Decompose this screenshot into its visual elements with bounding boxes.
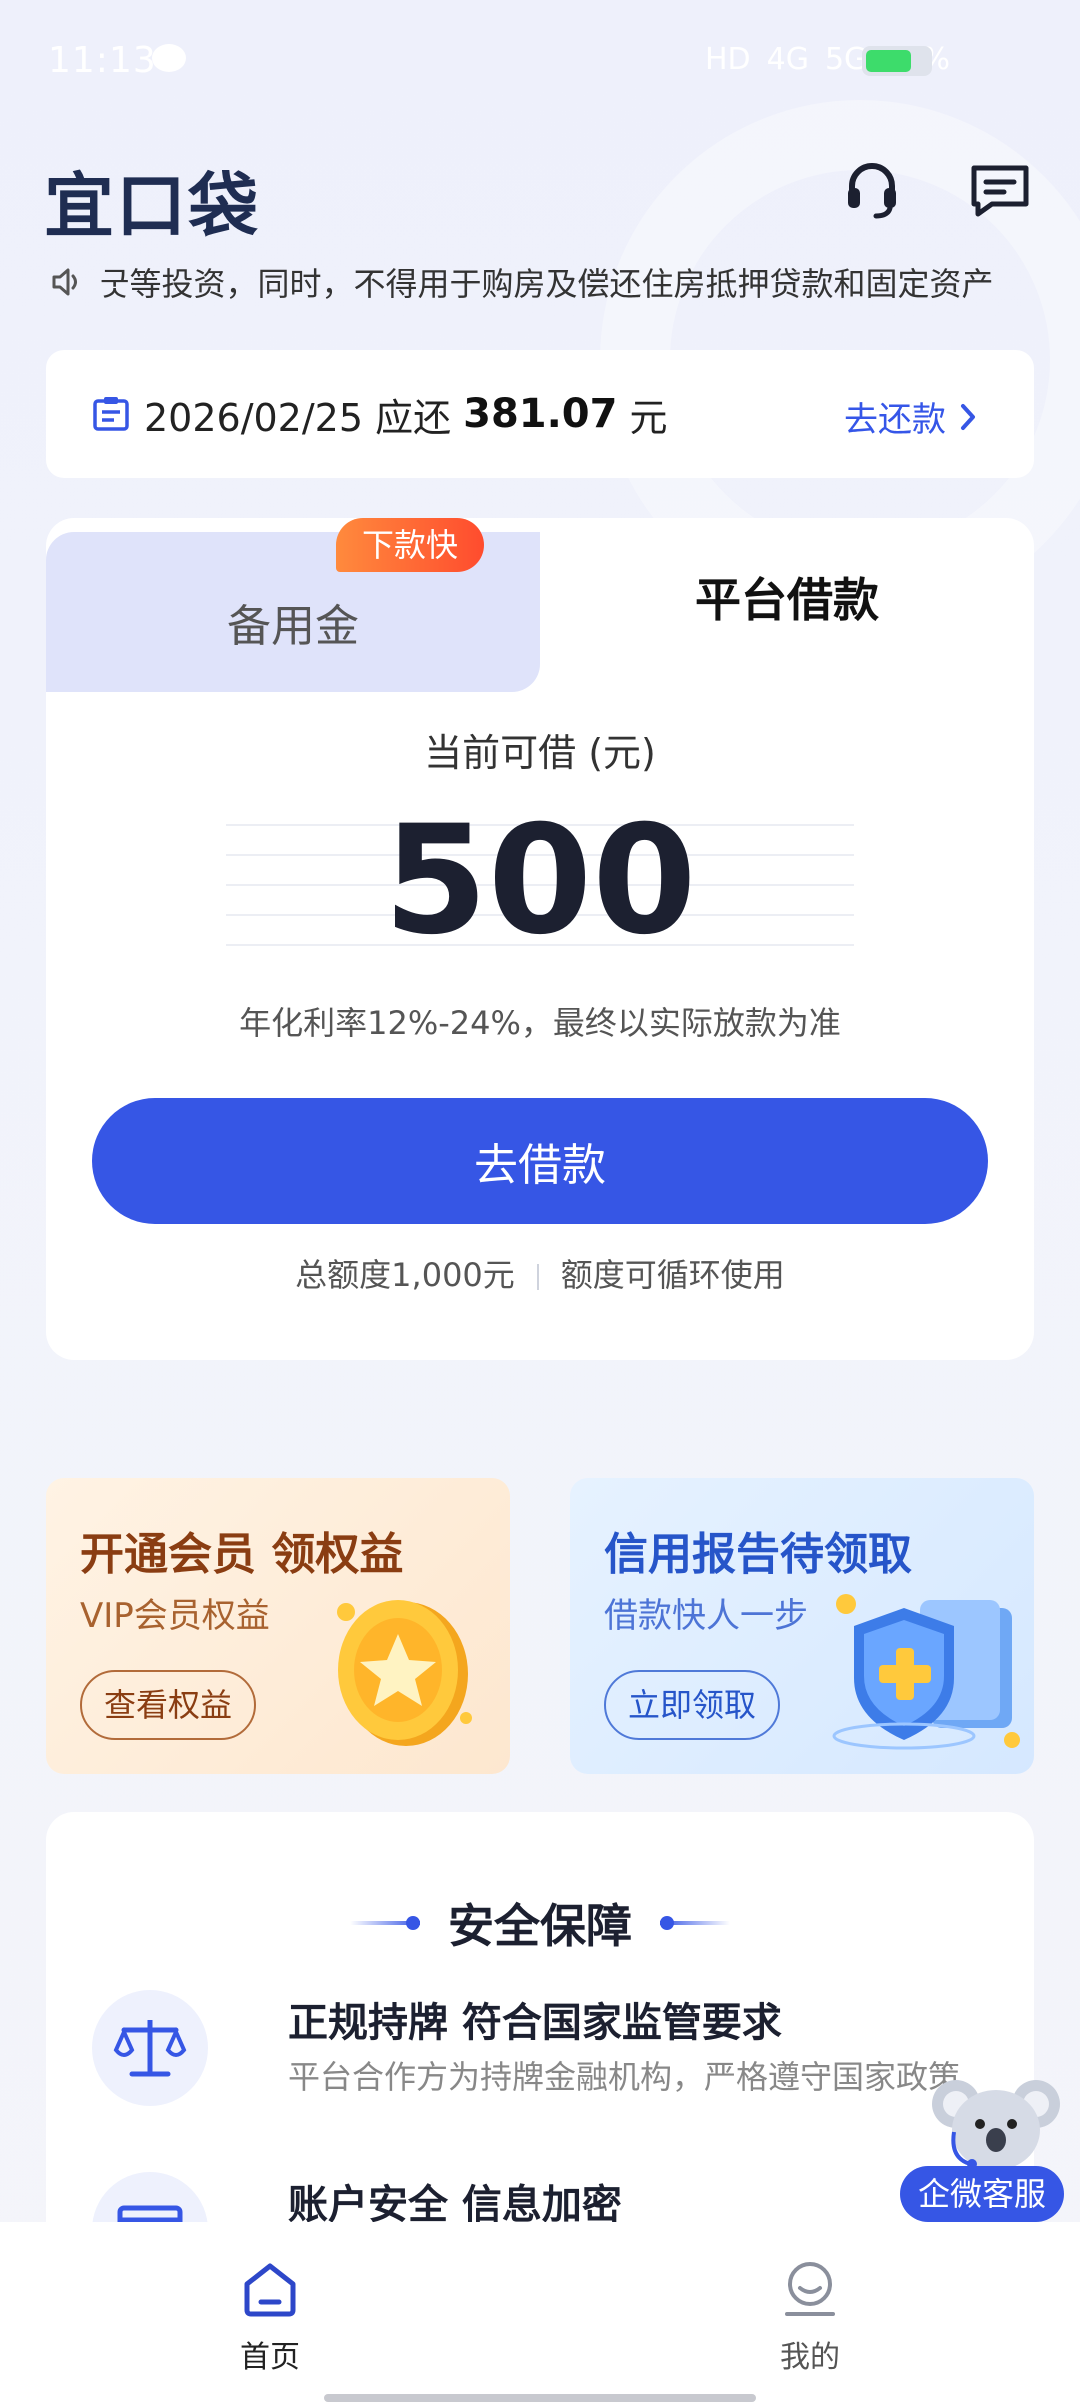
nav-home-label: 首页 [240, 2340, 300, 2375]
security-header: 安全保障 [46, 1890, 1034, 1956]
claim-now-button[interactable]: 立即领取 [604, 1670, 781, 1740]
home-icon [244, 2263, 296, 2317]
app-logo: 宜口袋 [44, 165, 260, 247]
borrow-button[interactable]: 去借款 [92, 1098, 988, 1224]
fast-disbursement-badge: 下款快 [336, 518, 485, 572]
status-bar: 11:13 HD 4G 5G 72% [0, 0, 1080, 120]
title-decoration [350, 1916, 420, 1930]
profile-icon [785, 2262, 835, 2316]
available-amount: 500 [383, 794, 697, 968]
available-title: 当前可借 (元) [424, 731, 656, 775]
go-repay-link[interactable]: 去还款 [844, 392, 978, 441]
notice-bar[interactable]: 굿等投资，同时，不得用于购房及偿还住房抵押贷款和固定资产 [50, 262, 1030, 302]
repay-amount: 381.07 [463, 391, 618, 437]
credit-subtitle: 借款快人一步 [604, 1596, 808, 1636]
nav-home[interactable]: 首页 [190, 2258, 350, 2376]
hd-indicator: HD [704, 42, 751, 77]
loan-card: 备用金 下款快 平台借款 当前可借 (元) 500 年化利率12%-24%，最终… [46, 518, 1034, 1360]
scale-icon [92, 1990, 208, 2106]
amount-display: 500 [226, 794, 854, 968]
repay-unit: 元 [629, 395, 668, 440]
headset-icon[interactable] [840, 158, 904, 222]
gold-coin-icon [337, 1600, 472, 1746]
title-decoration [660, 1916, 730, 1930]
bottom-nav: 首页 我的 [0, 2222, 1080, 2408]
divider [536, 1264, 539, 1290]
vip-subtitle: VIP会员权益 [80, 1596, 270, 1636]
nav-mine[interactable]: 我的 [730, 2258, 890, 2376]
credit-report-card[interactable]: 信用报告待领取 借款快人一步 立即领取 [570, 1478, 1034, 1774]
interest-rate-text: 年化利率12%-24%，最终以实际放款为准 [239, 1004, 841, 1042]
battery-icon [862, 46, 932, 76]
message-icon[interactable] [968, 158, 1032, 222]
wecom-service-float[interactable]: 企微客服 [900, 2068, 1080, 2224]
chat-notification-icon [152, 44, 186, 72]
security-title: 安全保障 [448, 1899, 632, 1953]
security-item-title: 正规持牌 符合国家监管要求 [288, 2000, 782, 2046]
vip-promo-card[interactable]: 开通会员 领权益 VIP会员权益 查看权益 [46, 1478, 510, 1774]
recycle-note: 额度可循环使用 [560, 1256, 785, 1294]
speaker-icon [52, 268, 77, 296]
tab-reserve-fund-label: 备用金 [227, 601, 359, 652]
limit-info: 总额度1,000元 额度可循环使用 [46, 1250, 1034, 1296]
total-limit: 总额度1,000元 [295, 1256, 515, 1294]
bill-icon [93, 397, 129, 431]
tab-platform-loan[interactable]: 平台借款 [540, 564, 1034, 630]
status-time: 11:13 [48, 40, 157, 81]
chevron-right-icon [961, 403, 975, 430]
go-repay-label: 去还款 [844, 400, 946, 440]
repayment-card[interactable]: 2026/02/25 应还 381.07 元 去还款 [46, 350, 1034, 478]
view-benefits-button[interactable]: 查看权益 [80, 1670, 257, 1740]
shield-icon [832, 1594, 1020, 1750]
notice-text: 굿等投资，同时，不得用于购房及偿还住房抵押贷款和固定资产 [100, 265, 994, 302]
nav-mine-label: 我的 [780, 2340, 840, 2375]
signal-5g: 5G [824, 42, 868, 77]
repay-date: 2026/02/25 应还 [144, 395, 452, 440]
security-item-desc: 平台合作方为持牌金融机构，严格遵守国家政策 [288, 2058, 961, 2096]
home-indicator [324, 2394, 756, 2402]
signal-4g: 4G [766, 42, 809, 77]
battery-level [866, 50, 911, 72]
wecom-service-label: 企微客服 [900, 2166, 1065, 2222]
koala-mascot-icon [932, 2080, 1060, 2170]
